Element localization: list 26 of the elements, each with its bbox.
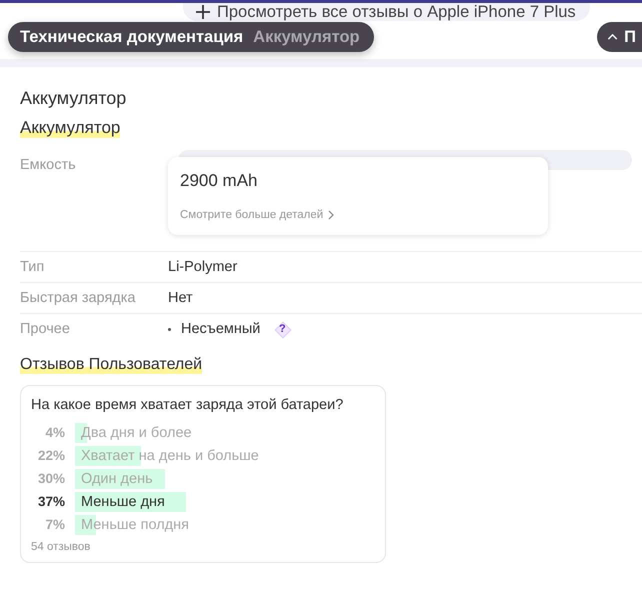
breadcrumb-current: Аккумулятор: [253, 28, 360, 46]
spec-value: Нет: [168, 290, 194, 306]
poll-question: На какое время хватает заряда этой батареи?: [31, 397, 344, 413]
group-title: Аккумулятор: [20, 118, 120, 138]
poll-percent: 4%: [44, 425, 66, 440]
chevron-right-icon: [328, 210, 336, 220]
plus-icon: [195, 4, 211, 20]
collapse-button[interactable]: П: [597, 22, 642, 52]
spec-label: Прочее: [20, 320, 71, 337]
breadcrumb-section[interactable]: Техническая документация: [20, 28, 244, 46]
poll-percent: 22%: [36, 448, 66, 463]
poll-percent: 37%: [36, 494, 66, 509]
spec-value: 2900 mAh: [180, 171, 258, 191]
review-count: 54 отзывов: [31, 541, 92, 553]
spec-label: Тип: [20, 258, 46, 275]
bullet-icon: [168, 328, 171, 330]
spec-label: Быстрая зарядка: [20, 289, 136, 306]
help-badge[interactable]: ?: [274, 321, 290, 337]
poll-percent: 30%: [36, 471, 66, 486]
spec-value: Несъемный: [181, 321, 260, 337]
spec-label: Емкость: [20, 156, 77, 173]
section-title: Аккумулятор: [20, 88, 128, 109]
all-reviews-link[interactable]: Просмотреть все отзывы о Apple iPhone 7 Plus: [183, 3, 590, 21]
reviews-title: Отзывов Пользователей: [20, 356, 202, 374]
spec-value: Li-Polymer: [168, 259, 238, 275]
poll-percent: 7%: [44, 517, 66, 532]
